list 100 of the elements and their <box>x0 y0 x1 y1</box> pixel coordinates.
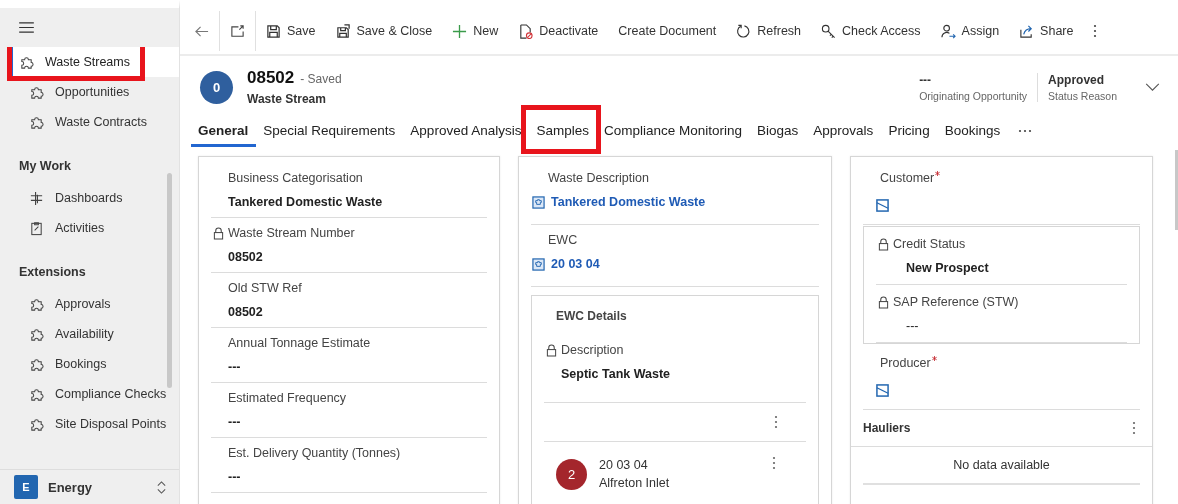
refresh-icon <box>736 23 752 39</box>
save-status: - Saved <box>300 72 342 86</box>
field-label: Credit Status <box>893 237 966 251</box>
field-label: Description <box>561 343 624 357</box>
entity-name: Waste Stream <box>247 92 327 106</box>
required-icon <box>931 356 937 361</box>
nav-item[interactable]: Activities <box>10 213 179 243</box>
up-down-icon <box>156 479 167 495</box>
field-label: Waste Stream Number <box>228 226 355 240</box>
nav-item[interactable]: Compliance Checks <box>10 379 179 409</box>
puzzle-icon <box>19 54 34 70</box>
puzzle-icon <box>29 114 44 130</box>
subgrid-title: EWC Details <box>555 308 628 325</box>
tab[interactable]: Samples <box>529 117 597 147</box>
lookup-link[interactable]: Tankered Domestic Waste <box>551 195 706 209</box>
nav-item[interactable]: Bookings <box>10 349 179 379</box>
more-icon <box>1093 24 1098 38</box>
field-value: 08502 <box>227 249 264 264</box>
tab[interactable]: Biogas <box>750 117 807 147</box>
toolbar-button[interactable]: Assign <box>930 13 1010 49</box>
field-value: Septic Tank Waste <box>560 366 672 381</box>
document-block-icon <box>518 23 534 39</box>
field-label: Estimated Frequency <box>228 391 347 405</box>
lock-icon <box>878 295 889 309</box>
puzzle-icon <box>29 356 44 372</box>
nav-item[interactable]: Approvals <box>10 289 179 319</box>
menu-icon[interactable] <box>19 22 34 33</box>
puzzle-icon <box>29 416 44 432</box>
save-icon <box>266 23 281 39</box>
record-avatar: 0 <box>200 70 233 104</box>
more-icon[interactable] <box>774 415 778 429</box>
record-icon <box>532 195 545 209</box>
puzzle-icon <box>29 326 44 342</box>
toolbar-button[interactable]: Refresh <box>726 13 812 49</box>
header-label: Status Reason <box>1048 89 1117 102</box>
plus-icon <box>452 23 468 39</box>
field-value: 08502 <box>227 304 264 319</box>
puzzle-icon <box>29 296 44 312</box>
toolbar-button[interactable]: Deactivate <box>508 13 609 49</box>
toolbar-button[interactable]: Save & Close <box>325 13 443 49</box>
scrollbar-thumb[interactable] <box>1175 150 1178 230</box>
header-label: Originating Opportunity <box>919 89 1028 102</box>
more-icon[interactable] <box>772 456 776 470</box>
new-record-icon[interactable] <box>876 384 889 397</box>
field-label: SAP Reference (STW) <box>893 295 1019 309</box>
popout-icon <box>230 23 245 39</box>
field-label: Producer <box>880 356 931 370</box>
chevron-down-icon[interactable] <box>1145 82 1160 92</box>
toolbar-button[interactable]: Create Document <box>608 13 727 49</box>
toolbar-button[interactable]: Save <box>256 13 326 49</box>
area-name: Energy <box>48 479 94 495</box>
tab[interactable]: Bookings <box>937 117 1009 147</box>
lock-icon <box>546 343 557 357</box>
nav-item[interactable]: Waste Contracts <box>10 107 179 137</box>
field-value: New Prospect <box>905 260 990 275</box>
area-switcher[interactable]: E Energy <box>0 469 179 504</box>
field-label: Est. Delivery Quantity (Tonnes) <box>228 446 401 460</box>
field-value: --- <box>227 359 242 374</box>
scrollbar-thumb[interactable] <box>167 173 172 388</box>
tab[interactable]: Approvals <box>806 117 882 147</box>
group-heading: Extensions <box>18 264 87 281</box>
nav-item[interactable]: Opportunities <box>10 77 179 107</box>
field-label: Old STW Ref <box>228 281 302 295</box>
required-icon <box>935 171 941 176</box>
header-value: --- <box>919 72 933 87</box>
record-title: 08502 <box>247 68 295 88</box>
group-heading: My Work <box>18 158 72 175</box>
tab[interactable]: Pricing <box>881 117 938 147</box>
key-icon <box>821 23 837 39</box>
field-label: Customer <box>880 171 935 185</box>
tab[interactable]: General <box>191 117 257 147</box>
record-subtitle: Alfreton Inlet <box>599 476 670 490</box>
record-avatar: 2 <box>556 458 587 490</box>
share-icon <box>1019 23 1035 39</box>
record-icon <box>532 257 545 271</box>
toolbar-button[interactable]: Share <box>1009 13 1084 49</box>
new-record-icon[interactable] <box>876 199 889 212</box>
lookup-link[interactable]: 20 03 04 <box>551 257 600 271</box>
nav-item[interactable]: Dashboards <box>10 183 179 213</box>
tab[interactable]: Approved Analysis <box>403 117 530 147</box>
nav-item[interactable]: Availability <box>10 319 179 349</box>
more-tabs-icon[interactable] <box>1018 129 1033 133</box>
field-value: --- <box>227 469 242 484</box>
field-label: Waste Description <box>548 171 649 185</box>
subgrid-title: Hauliers <box>863 421 911 435</box>
lock-icon <box>878 237 889 251</box>
area-badge: E <box>14 475 38 499</box>
more-icon[interactable] <box>1132 421 1136 435</box>
tab[interactable]: Compliance Monitoring <box>596 117 751 147</box>
field-value: --- <box>905 318 920 333</box>
record-title: 20 03 04 <box>599 458 649 472</box>
toolbar-button[interactable]: New <box>442 13 509 49</box>
field-label: Business Categorisation <box>228 171 363 185</box>
lock-icon <box>213 226 224 240</box>
toolbar-button[interactable]: Check Access <box>811 13 931 49</box>
puzzle-icon <box>29 84 44 100</box>
field-label: EWC <box>548 233 578 247</box>
save-close-icon <box>335 23 351 39</box>
nav-item[interactable]: Site Disposal Points <box>10 409 179 439</box>
tab[interactable]: Special Requirements <box>256 117 404 147</box>
